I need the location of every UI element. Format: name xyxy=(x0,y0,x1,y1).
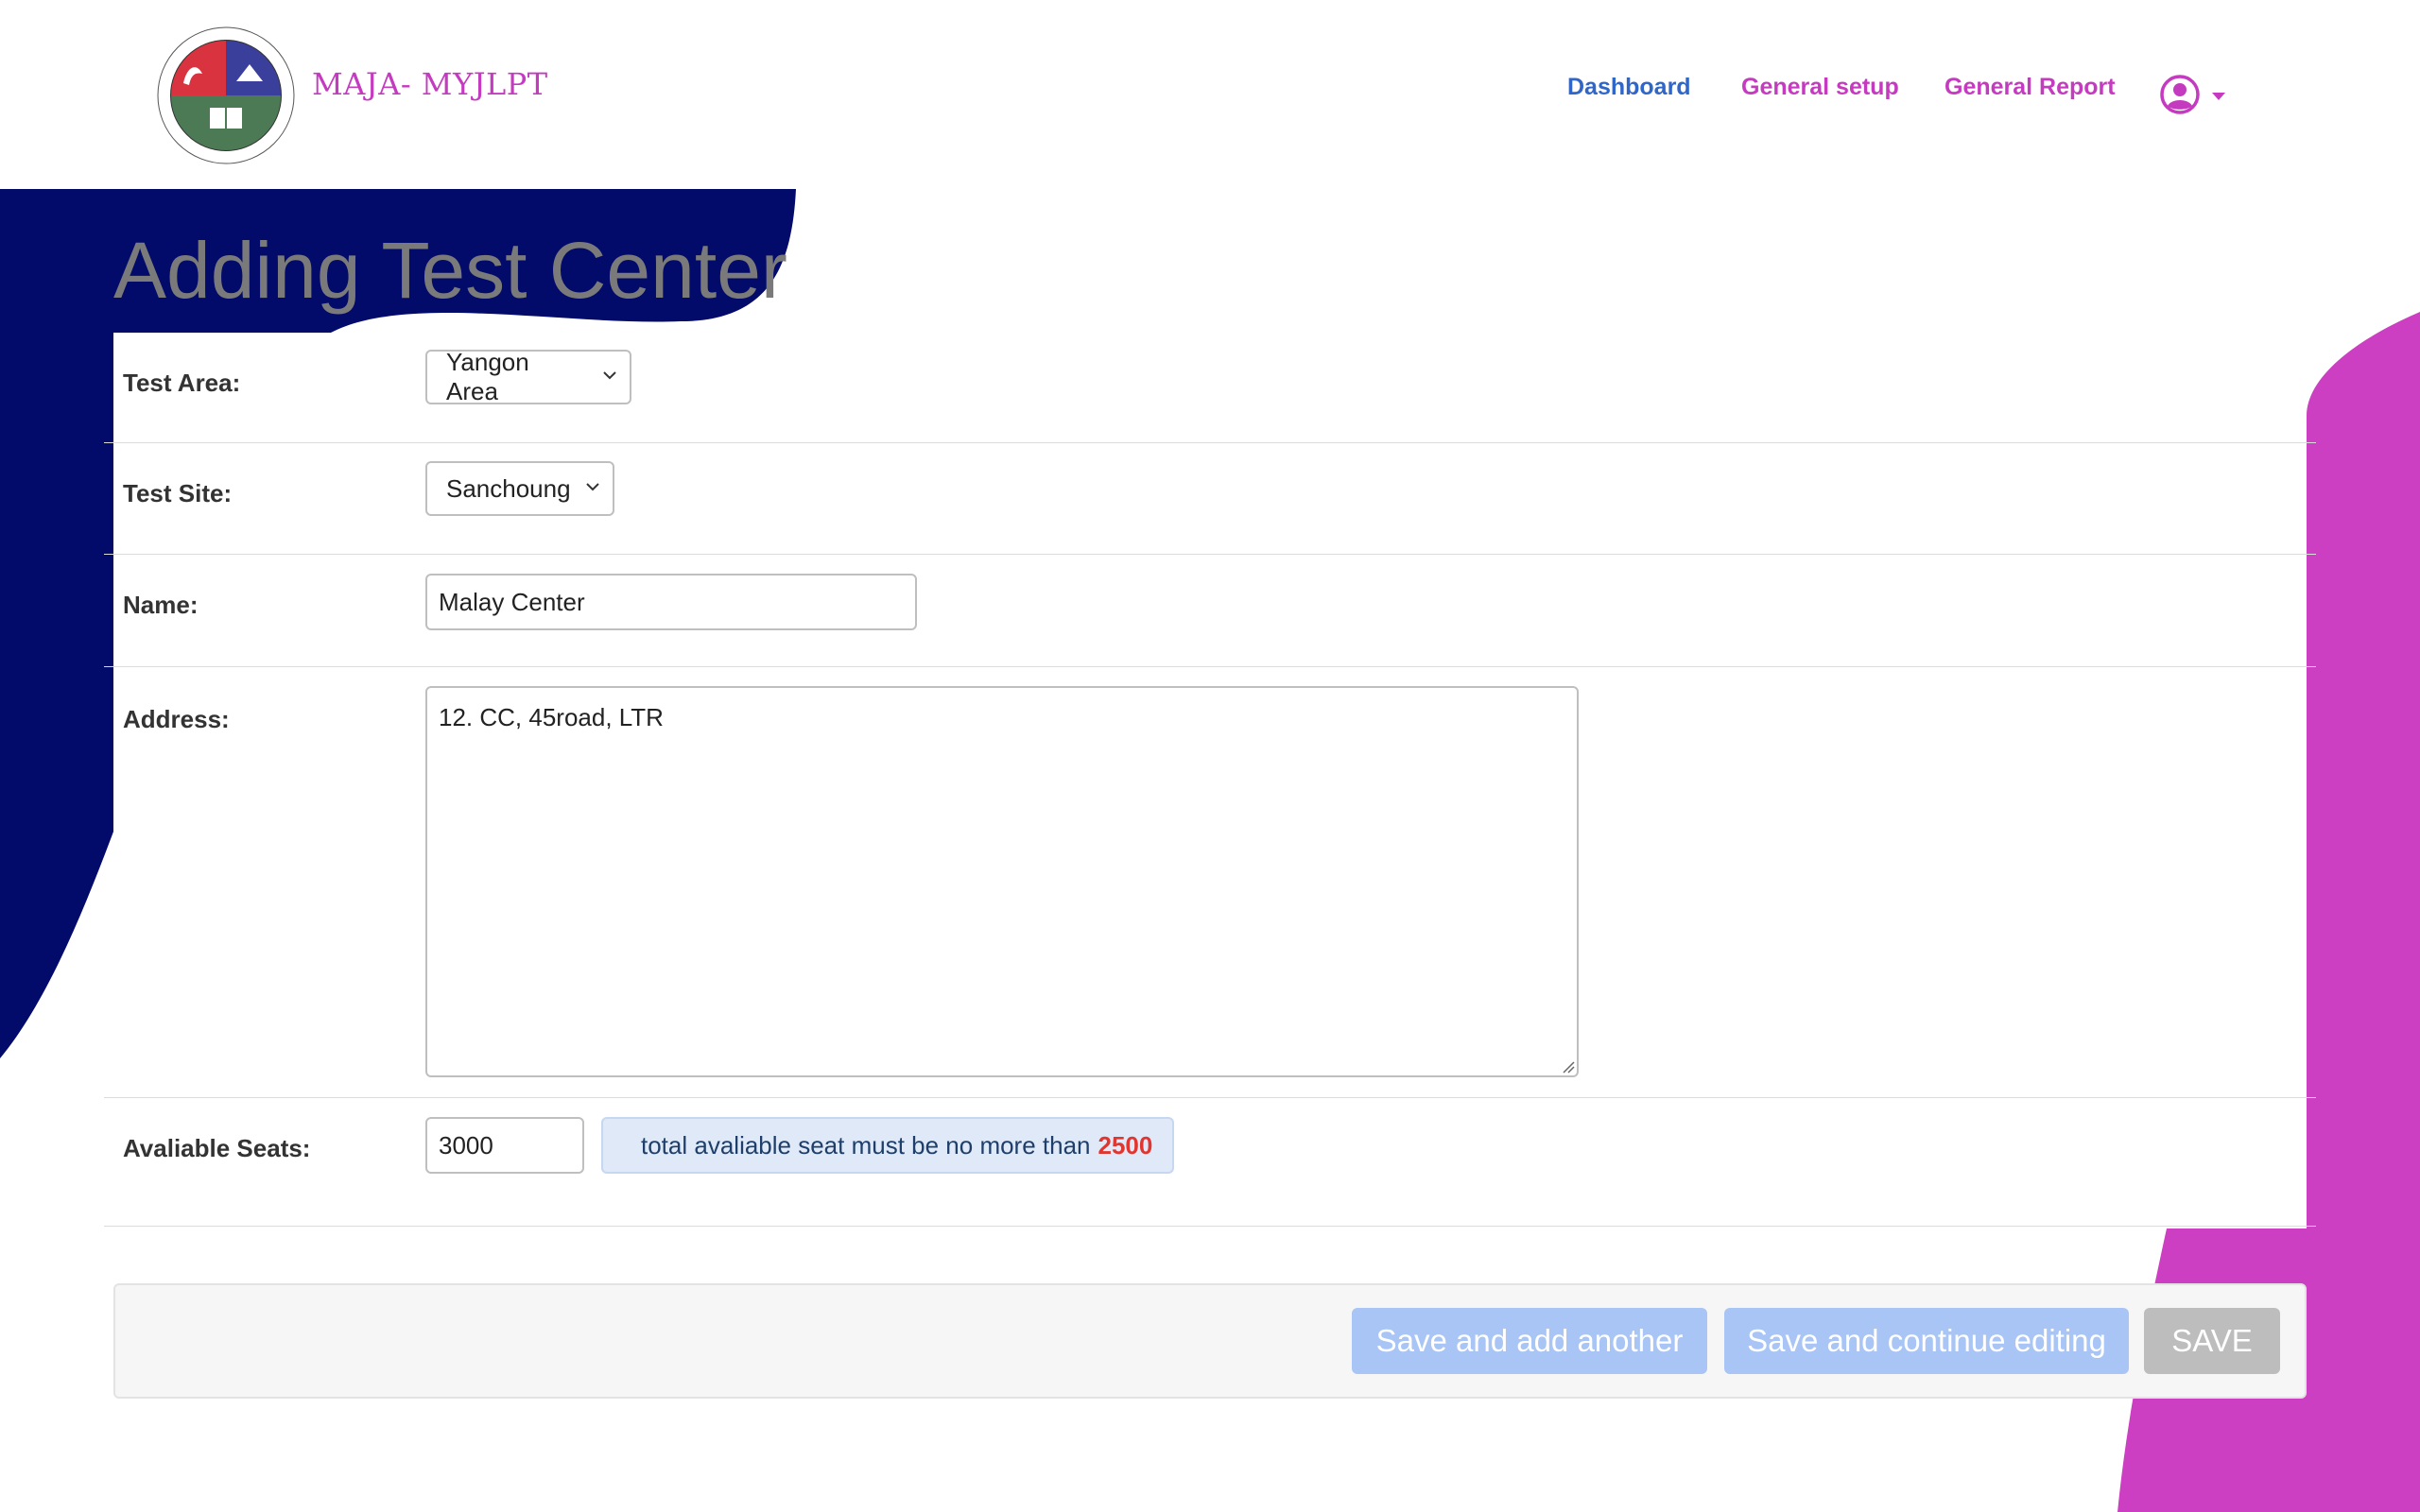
seats-row: Avaliable Seats: 3000 total avaliable se… xyxy=(104,1098,2316,1226)
name-label: Name: xyxy=(123,591,199,619)
address-value: 12. CC, 45road, LTR xyxy=(439,703,664,731)
test-site-select[interactable]: Sanchoung xyxy=(425,461,614,516)
chevron-down-icon xyxy=(603,371,616,380)
address-textarea[interactable]: 12. CC, 45road, LTR xyxy=(425,686,1579,1077)
save-and-add-another-button[interactable]: Save and add another xyxy=(1352,1308,1707,1374)
name-input[interactable]: Malay Center xyxy=(425,574,917,630)
seats-label: Avaliable Seats: xyxy=(123,1134,311,1162)
test-site-label: Test Site: xyxy=(123,479,233,507)
seats-limit-value: 2500 xyxy=(1098,1130,1153,1160)
seats-limit-text: total avaliable seat must be no more tha… xyxy=(641,1130,1091,1160)
logo-emblem-icon xyxy=(157,26,295,164)
test-site-row: Test Site: Sanchoung xyxy=(104,443,2316,554)
test-site-value: Sanchoung xyxy=(446,473,571,503)
seats-input-value: 3000 xyxy=(439,1130,493,1160)
resize-grip-icon[interactable] xyxy=(1560,1058,1575,1074)
user-menu-dropdown[interactable] xyxy=(2159,74,2227,115)
nav-general-report[interactable]: General Report xyxy=(1945,74,2116,101)
nav-general-setup[interactable]: General setup xyxy=(1741,74,1899,101)
test-area-row: Test Area: Yangon Area xyxy=(104,333,2316,442)
test-area-select[interactable]: Yangon Area xyxy=(425,348,631,405)
test-center-form: Test Area: Yangon Area Test Site: Sancho… xyxy=(104,333,2316,1227)
caret-down-icon xyxy=(2212,93,2225,100)
submit-row: Save and add another Save and continue e… xyxy=(113,1283,2307,1399)
address-label: Address: xyxy=(123,705,230,733)
name-input-value: Malay Center xyxy=(439,587,585,616)
user-circle-icon xyxy=(2160,75,2200,114)
test-area-label: Test Area: xyxy=(123,369,241,397)
top-header: MAJA- MYJLPT Dashboard General setup Gen… xyxy=(0,0,2420,189)
address-row: Address: 12. CC, 45road, LTR xyxy=(104,667,2316,1097)
nav-dashboard[interactable]: Dashboard xyxy=(1567,74,1691,101)
brand-name: MAJA- MYJLPT xyxy=(312,66,548,102)
page-title: Adding Test Center xyxy=(113,226,787,315)
row-divider xyxy=(104,1226,2316,1227)
test-area-value: Yangon Area xyxy=(446,348,529,405)
save-button[interactable]: SAVE xyxy=(2144,1308,2280,1374)
chevron-down-icon xyxy=(586,483,599,491)
seats-input[interactable]: 3000 xyxy=(425,1117,584,1174)
name-row: Name: Malay Center xyxy=(104,555,2316,666)
save-and-continue-button[interactable]: Save and continue editing xyxy=(1724,1308,2129,1374)
seats-limit-message: total avaliable seat must be no more tha… xyxy=(601,1117,1174,1174)
